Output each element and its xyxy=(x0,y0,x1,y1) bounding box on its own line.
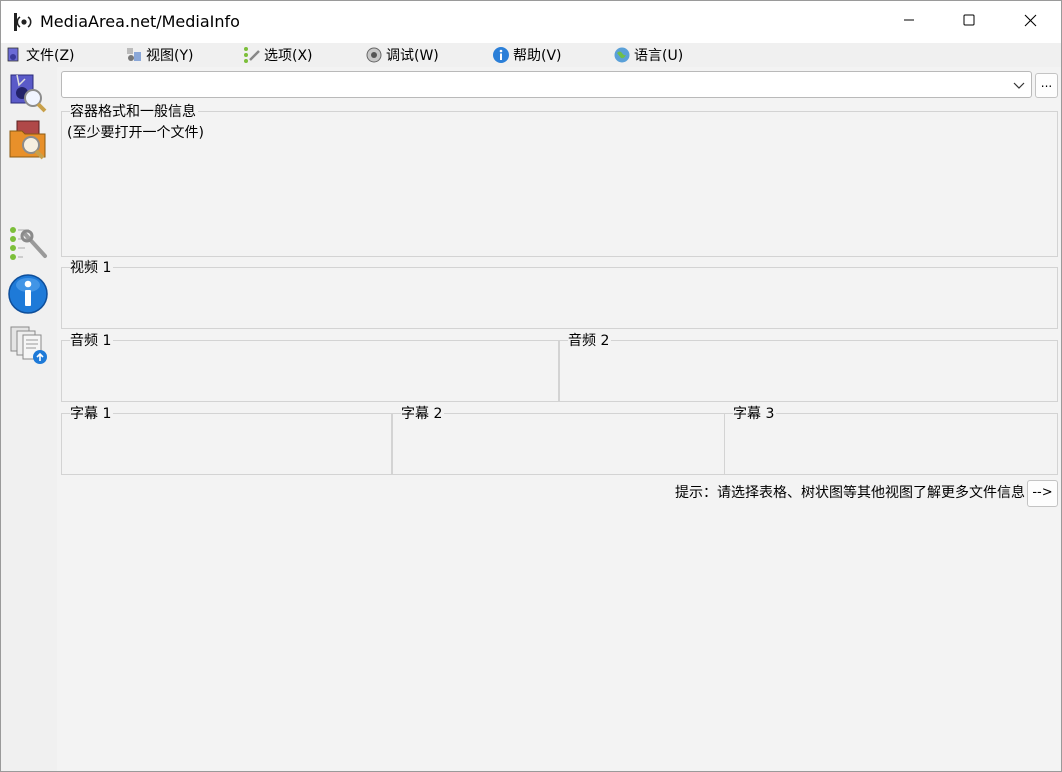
open-folder-icon xyxy=(7,119,49,165)
preferences-icon xyxy=(7,222,49,268)
minimize-button[interactable] xyxy=(879,1,939,43)
audio2-label: 音频 2 xyxy=(568,332,612,350)
mediainfo-window: MediaArea.net/MediaInfo 文件(Z) 视图(Y) 选项(X… xyxy=(0,0,1062,772)
menu-help[interactable]: 帮助(V) xyxy=(492,45,562,65)
menu-debug[interactable]: 调试(W) xyxy=(365,45,439,65)
main-content: ... 容器格式和一般信息 (至少要打开一个文件) 视频 1 音频 1 音频 2… xyxy=(57,67,1061,771)
menu-language[interactable]: 语言(U) xyxy=(613,45,683,65)
info-icon xyxy=(7,273,49,319)
menu-file[interactable]: 文件(Z) xyxy=(5,45,75,65)
text2-group: 字幕 2 xyxy=(392,405,725,475)
text3-label: 字幕 3 xyxy=(733,405,777,423)
chevron-down-icon[interactable] xyxy=(1013,79,1025,91)
video1-group: 视频 1 xyxy=(61,259,1058,329)
export-button[interactable] xyxy=(5,323,51,369)
minimize-icon xyxy=(903,14,915,30)
export-icon xyxy=(7,323,49,369)
help-icon xyxy=(492,46,510,64)
debug-icon xyxy=(365,46,383,64)
text3-group: 字幕 3 xyxy=(724,405,1058,475)
menu-help-label: 帮助(V) xyxy=(513,48,562,64)
mediainfo-logo-icon xyxy=(13,12,33,32)
view-icon xyxy=(125,46,143,64)
menu-options[interactable]: 选项(X) xyxy=(243,45,313,65)
browse-button[interactable]: ... xyxy=(1035,73,1058,98)
general-info-label: 容器格式和一般信息 xyxy=(70,103,198,121)
file-icon xyxy=(5,46,23,64)
general-info-text: (至少要打开一个文件) xyxy=(67,125,204,141)
text2-label: 字幕 2 xyxy=(401,405,445,423)
close-button[interactable] xyxy=(1000,1,1060,43)
menu-bar: 文件(Z) 视图(Y) 选项(X) 调试(W) 帮助(V) 语言(U) xyxy=(1,43,1061,67)
close-icon xyxy=(1024,14,1037,31)
about-info-button[interactable] xyxy=(5,273,51,319)
general-info-group: 容器格式和一般信息 (至少要打开一个文件) xyxy=(61,103,1058,257)
menu-view-label: 视图(Y) xyxy=(146,48,194,64)
menu-view[interactable]: 视图(Y) xyxy=(125,45,193,65)
menu-file-label: 文件(Z) xyxy=(26,48,75,64)
open-file-button[interactable] xyxy=(5,71,51,117)
menu-debug-label: 调试(W) xyxy=(386,48,439,64)
audio1-label: 音频 1 xyxy=(70,332,114,350)
preferences-button[interactable] xyxy=(5,222,51,268)
menu-options-label: 选项(X) xyxy=(264,48,313,64)
text1-group: 字幕 1 xyxy=(61,405,392,475)
text1-label: 字幕 1 xyxy=(70,405,114,423)
title-bar[interactable]: MediaArea.net/MediaInfo xyxy=(1,1,1061,43)
audio2-group: 音频 2 xyxy=(559,332,1058,402)
file-selector-combobox[interactable] xyxy=(61,71,1032,98)
language-icon xyxy=(613,46,631,64)
maximize-button[interactable] xyxy=(939,1,999,43)
hint-text: 提示：请选择表格、树状图等其他视图了解更多文件信息 xyxy=(675,485,1025,501)
next-view-button[interactable]: --> xyxy=(1027,480,1058,507)
video1-label: 视频 1 xyxy=(70,259,114,277)
audio1-group: 音频 1 xyxy=(61,332,559,402)
open-file-icon xyxy=(7,71,49,117)
menu-language-label: 语言(U) xyxy=(634,48,684,64)
left-toolbar xyxy=(1,67,57,771)
window-title: MediaArea.net/MediaInfo xyxy=(40,12,240,31)
open-folder-button[interactable] xyxy=(5,119,51,165)
options-icon xyxy=(243,46,261,64)
maximize-icon xyxy=(963,14,975,30)
